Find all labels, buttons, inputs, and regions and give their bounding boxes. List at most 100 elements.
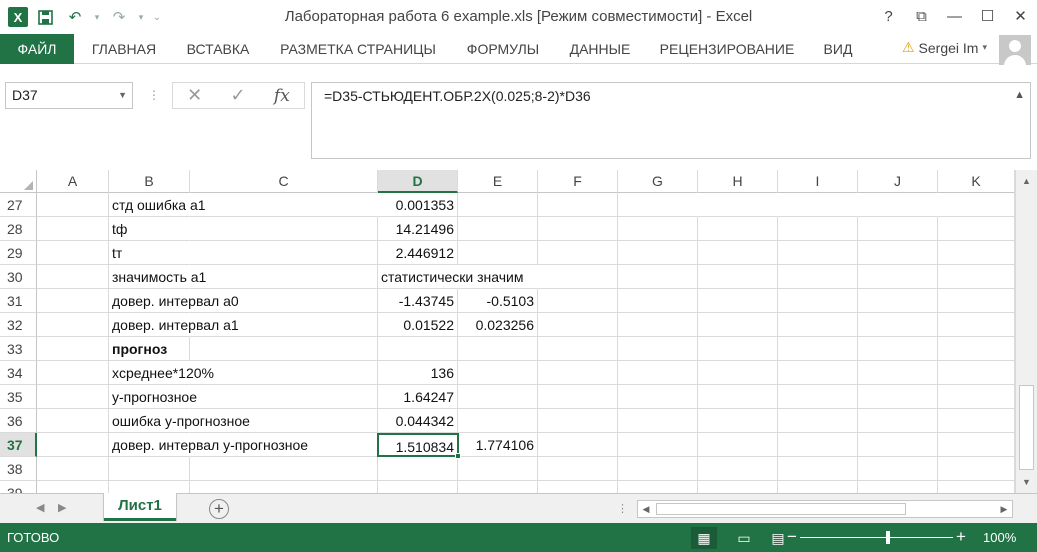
cell[interactable] — [190, 193, 378, 217]
cell[interactable] — [618, 433, 698, 457]
worksheet-grid[interactable]: A B C D E F G H I J K 27 стд ошибка а1 0… — [0, 170, 1015, 493]
column-header[interactable]: B — [109, 170, 190, 193]
cell[interactable] — [618, 337, 698, 361]
redo-icon[interactable]: ↷ — [106, 6, 132, 28]
cell-value[interactable] — [378, 337, 458, 361]
row-header[interactable]: 31 — [0, 289, 37, 313]
cell-label[interactable]: ошибка y-прогнозное — [109, 409, 250, 433]
cell-value[interactable]: 0.001353 — [378, 193, 458, 217]
select-all-button[interactable] — [0, 170, 37, 193]
fill-handle[interactable] — [455, 453, 461, 459]
cell[interactable] — [938, 193, 1015, 217]
cell[interactable] — [37, 481, 109, 493]
normal-view-icon[interactable]: ▦ — [691, 527, 717, 549]
cell[interactable] — [938, 385, 1015, 409]
cell[interactable] — [698, 409, 778, 433]
selected-cell[interactable]: 1.510834 — [377, 433, 459, 457]
cell[interactable] — [538, 457, 618, 481]
cell[interactable] — [698, 481, 778, 493]
cell[interactable] — [938, 217, 1015, 241]
cell[interactable] — [618, 265, 698, 289]
cell[interactable] — [858, 193, 938, 217]
cell[interactable] — [37, 313, 109, 337]
cancel-icon[interactable]: ✕ — [187, 85, 202, 106]
enter-check-icon[interactable]: ✓ — [231, 85, 246, 106]
cell[interactable] — [778, 265, 858, 289]
cell[interactable] — [858, 433, 938, 457]
cell[interactable] — [538, 481, 618, 493]
cell[interactable] — [618, 241, 698, 265]
scroll-up-icon[interactable]: ▲ — [1016, 172, 1037, 190]
cell[interactable] — [37, 433, 109, 457]
cell[interactable] — [618, 385, 698, 409]
cell[interactable] — [37, 241, 109, 265]
cell[interactable] — [698, 289, 778, 313]
tab-home[interactable]: ГЛАВНАЯ — [88, 34, 160, 64]
cell[interactable] — [858, 289, 938, 313]
cell[interactable] — [858, 217, 938, 241]
cell-value[interactable]: статистически значим — [378, 265, 523, 289]
cell-value[interactable] — [378, 481, 458, 493]
cell-value[interactable] — [458, 337, 538, 361]
cell-value[interactable] — [458, 457, 538, 481]
cell-value[interactable] — [378, 457, 458, 481]
help-button[interactable]: ? — [872, 0, 905, 32]
cell[interactable] — [938, 337, 1015, 361]
column-header[interactable]: E — [458, 170, 538, 193]
cell-label[interactable]: tт — [109, 241, 190, 265]
cell[interactable] — [938, 481, 1015, 493]
cell[interactable] — [778, 361, 858, 385]
cell-label[interactable] — [109, 481, 190, 493]
sheet-tab-active[interactable]: Лист1 — [104, 493, 176, 521]
column-header[interactable]: H — [698, 170, 778, 193]
cell[interactable] — [37, 289, 109, 313]
name-box[interactable]: D37 ▼ — [5, 82, 133, 109]
column-header[interactable]: I — [778, 170, 858, 193]
cell[interactable] — [778, 409, 858, 433]
cell[interactable] — [538, 337, 618, 361]
cell[interactable] — [618, 193, 698, 217]
tab-view[interactable]: ВИД — [818, 34, 858, 64]
cell[interactable] — [698, 265, 778, 289]
cell[interactable] — [858, 481, 938, 493]
zoom-slider-handle[interactable] — [886, 531, 890, 544]
page-layout-view-icon[interactable]: ▭ — [731, 527, 757, 549]
cell[interactable] — [538, 433, 618, 457]
cell[interactable] — [190, 217, 378, 241]
cell-label[interactable]: довер. интервал а1 — [109, 313, 239, 337]
cell[interactable] — [778, 193, 858, 217]
cell[interactable] — [37, 385, 109, 409]
tab-insert[interactable]: ВСТАВКА — [182, 34, 254, 64]
cell[interactable] — [778, 289, 858, 313]
cell[interactable] — [778, 313, 858, 337]
cell-value[interactable]: 0.044342 — [378, 409, 458, 433]
cell[interactable] — [698, 385, 778, 409]
row-header[interactable]: 28 — [0, 217, 37, 241]
cell[interactable] — [858, 457, 938, 481]
cell[interactable] — [618, 289, 698, 313]
cell-value[interactable] — [458, 217, 538, 241]
cell[interactable] — [858, 337, 938, 361]
cell[interactable] — [190, 241, 378, 265]
redo-dropdown-icon[interactable]: ▾ — [136, 6, 146, 28]
undo-dropdown-icon[interactable]: ▾ — [92, 6, 102, 28]
scroll-right-icon[interactable]: ▶ — [996, 501, 1012, 517]
cell[interactable] — [37, 457, 109, 481]
cell-value[interactable]: 0.023256 — [458, 313, 538, 337]
cell[interactable] — [698, 337, 778, 361]
cell[interactable] — [538, 193, 618, 217]
cell[interactable] — [938, 457, 1015, 481]
cell-label[interactable]: значимость а1 — [109, 265, 206, 289]
cell[interactable] — [698, 313, 778, 337]
cell[interactable] — [938, 409, 1015, 433]
cell[interactable] — [538, 385, 618, 409]
row-header[interactable]: 39 — [0, 481, 37, 493]
cell[interactable] — [37, 217, 109, 241]
cell[interactable] — [858, 385, 938, 409]
close-button[interactable]: ✕ — [1004, 0, 1037, 32]
tab-page-layout[interactable]: РАЗМЕТКА СТРАНИЦЫ — [274, 34, 442, 64]
column-header[interactable]: G — [618, 170, 698, 193]
tab-data[interactable]: ДАННЫЕ — [564, 34, 636, 64]
cell[interactable] — [778, 481, 858, 493]
horizontal-scroll-thumb[interactable] — [656, 503, 906, 515]
